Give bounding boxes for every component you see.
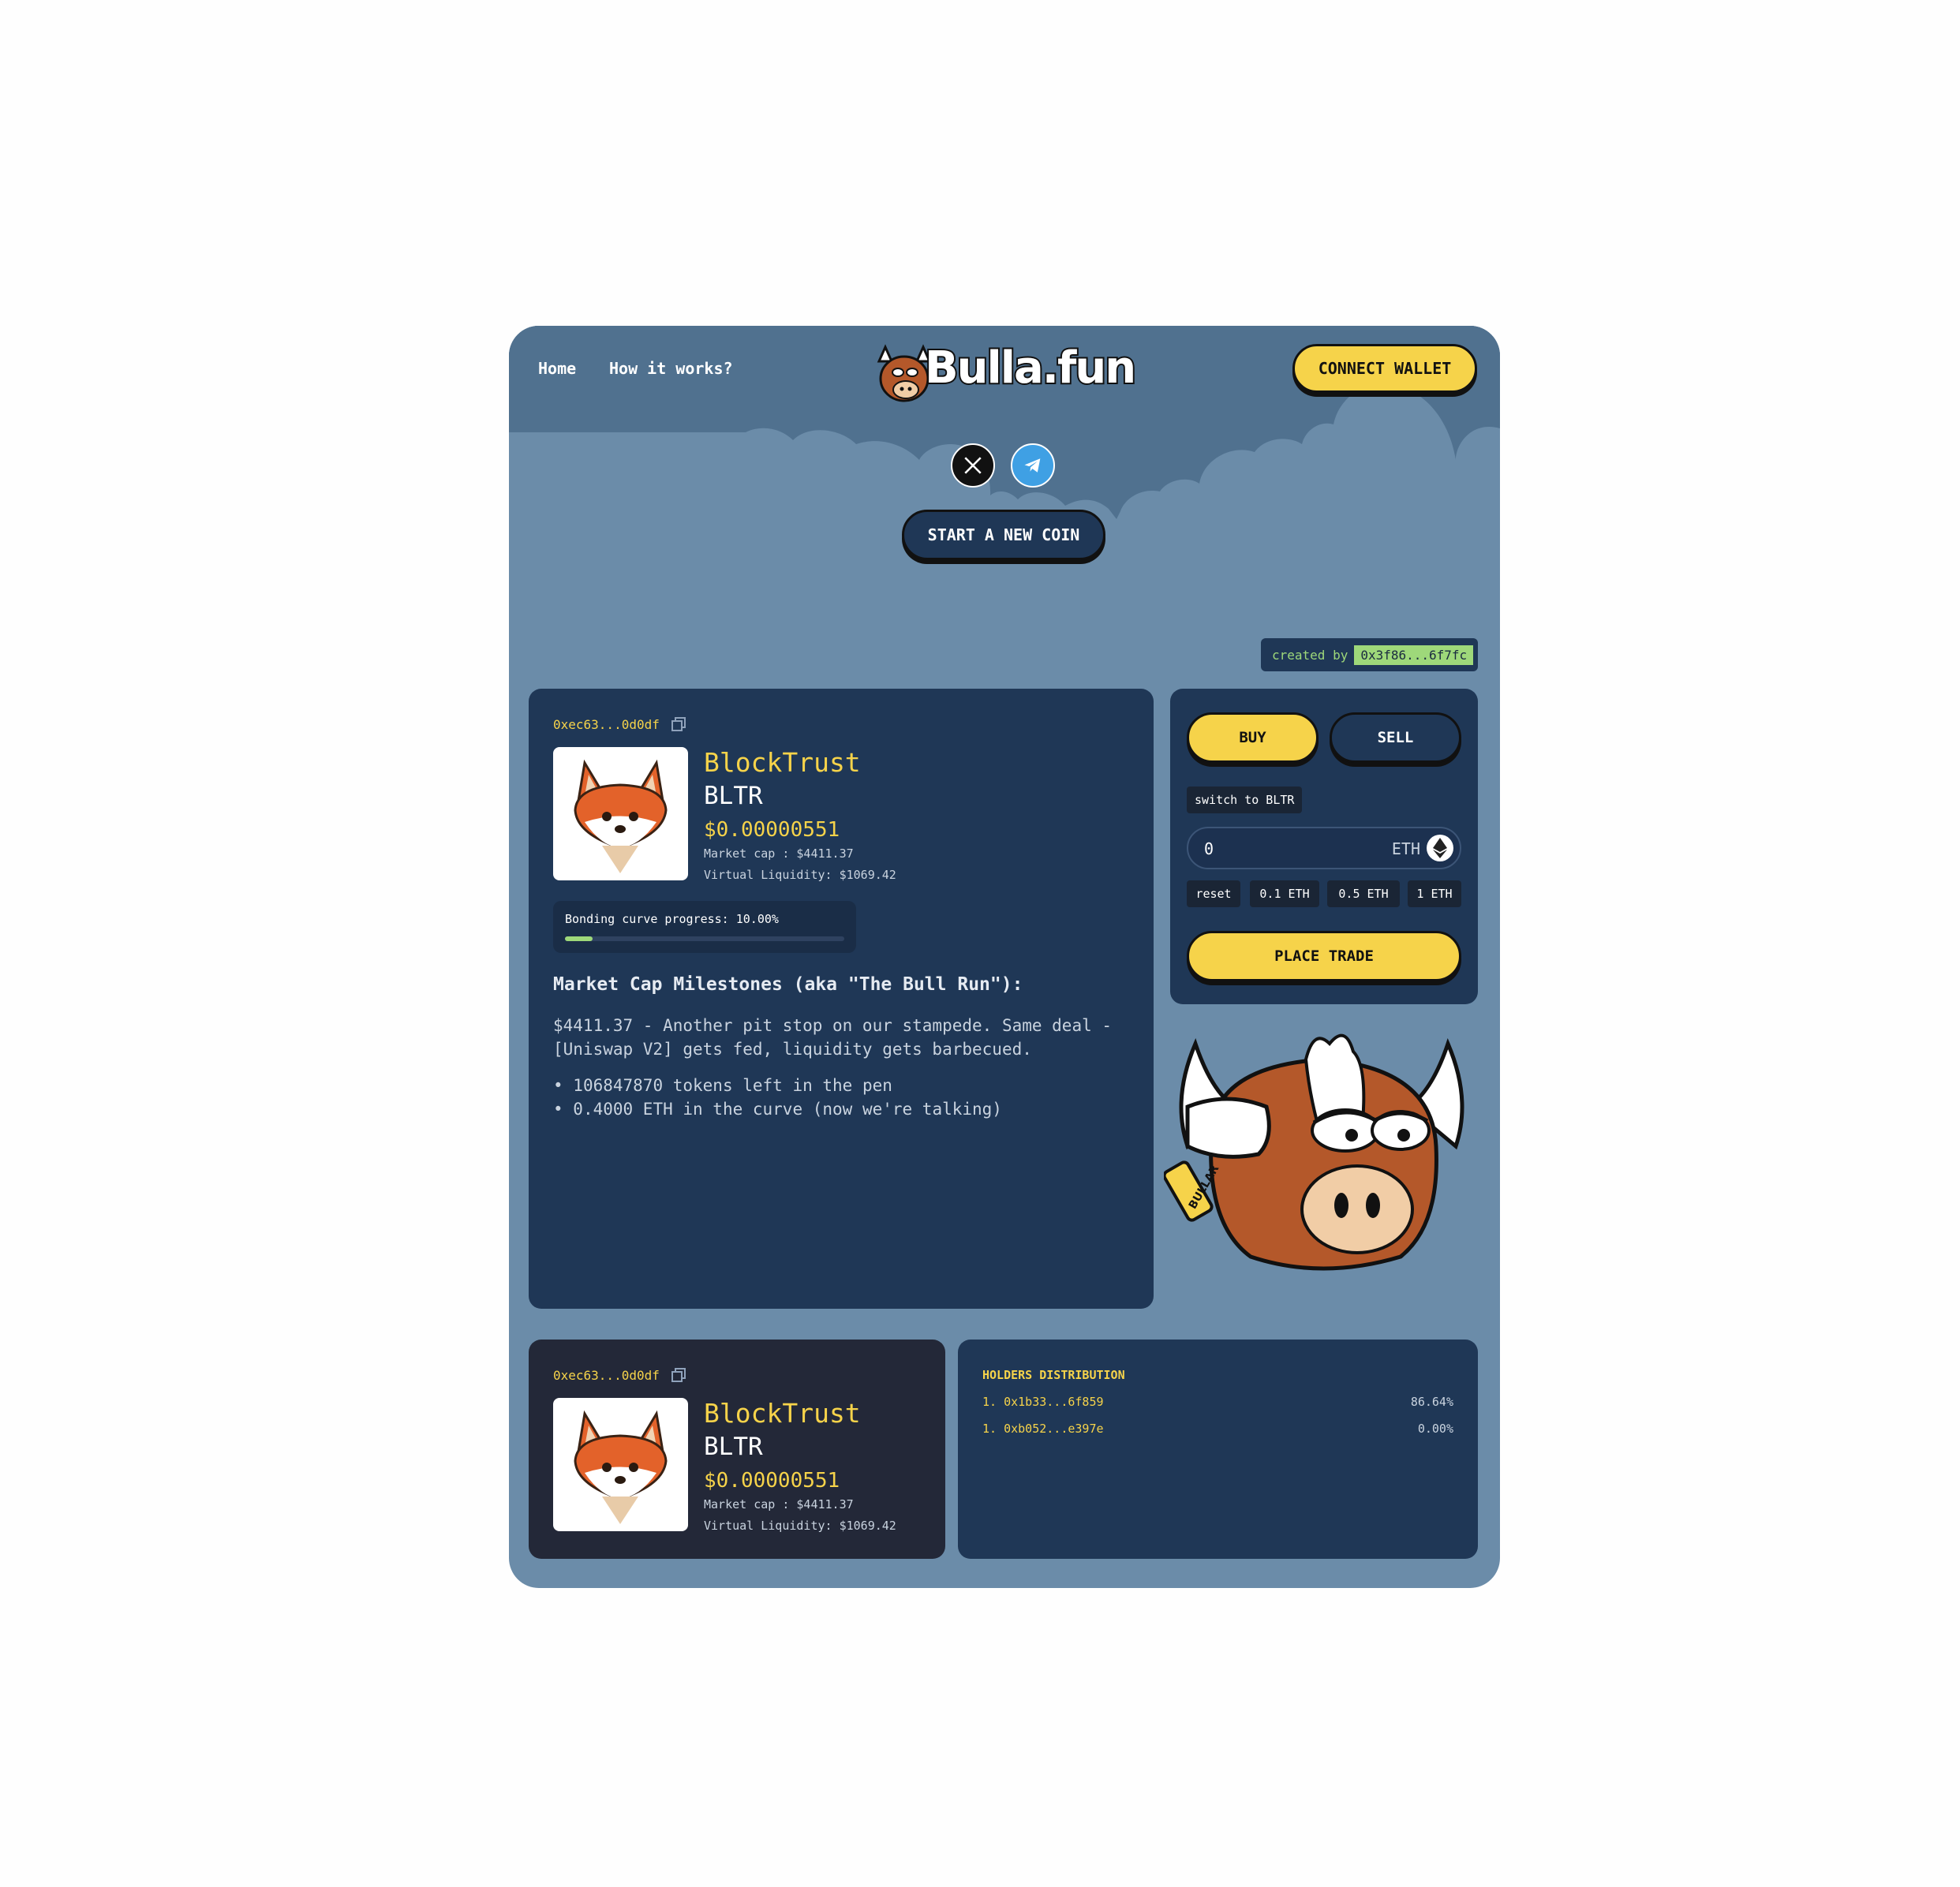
trade-panel: BUY SELL switch to BLTR 0 ETH reset 0.1 … [1170, 689, 1478, 1004]
sell-tab-button[interactable]: SELL [1330, 712, 1461, 763]
holder-percentage: 0.00% [1417, 1422, 1453, 1436]
holder-row: 1. 0xb052...e397e 0.00% [982, 1422, 1453, 1436]
copy-icon[interactable] [671, 1367, 686, 1383]
milestones-list: 106847870 tokens left in the pen 0.4000 … [553, 1074, 1002, 1121]
telegram-icon [1024, 458, 1041, 473]
app-frame: Home How it works? Bulla.fun CONNECT WAL… [509, 326, 1500, 1588]
holders-distribution-panel: HOLDERS DISTRIBUTION 1. 0x1b33...6f859 8… [958, 1340, 1478, 1559]
quick-1-eth-button[interactable]: 1 ETH [1408, 880, 1461, 907]
token-liquidity: Virtual Liquidity: $1069.42 [704, 868, 896, 882]
token-name: BlockTrust [704, 747, 861, 778]
telegram-social-button[interactable] [1011, 443, 1055, 488]
token-address-row: 0xec63...0d0df [553, 1367, 686, 1383]
token-symbol: BLTR [704, 1433, 763, 1461]
start-new-coin-button[interactable]: START A NEW COIN [902, 510, 1105, 560]
switch-token-button[interactable]: switch to BLTR [1187, 787, 1303, 813]
holder-row: 1. 0x1b33...6f859 86.64% [982, 1395, 1453, 1409]
bonding-curve-label: Bonding curve progress: 10.00% [565, 912, 779, 926]
token-name: BlockTrust [704, 1398, 861, 1429]
quick-0.1-eth-button[interactable]: 0.1 ETH [1250, 880, 1319, 907]
holder-address[interactable]: 0xb052...e397e [1004, 1422, 1103, 1436]
milestone-item: 0.4000 ETH in the curve (now we're talki… [553, 1097, 1002, 1121]
buy-tab-button[interactable]: BUY [1187, 712, 1319, 763]
holders-title: HOLDERS DISTRIBUTION [982, 1368, 1125, 1382]
nav-home-link[interactable]: Home [538, 359, 576, 378]
holder-percentage: 86.64% [1410, 1395, 1453, 1409]
nav-how-it-works-link[interactable]: How it works? [609, 359, 733, 378]
amount-value[interactable]: 0 [1204, 839, 1214, 858]
token-address-row: 0xec63...0d0df [553, 716, 686, 732]
milestones-description: $4411.37 - Another pit stop on our stamp… [553, 1016, 1113, 1059]
x-social-button[interactable] [951, 443, 995, 488]
bonding-curve-card: Bonding curve progress: 10.00% [553, 901, 856, 953]
token-address: 0xec63...0d0df [553, 716, 660, 732]
token-symbol: BLTR [704, 782, 763, 810]
token-image [553, 747, 688, 880]
holder-rank: 1. [982, 1422, 997, 1436]
copy-icon[interactable] [671, 716, 686, 732]
fox-avatar-icon [574, 1410, 668, 1524]
bonding-curve-track [565, 936, 844, 941]
token-market-cap: Market cap : $4411.37 [704, 846, 854, 861]
quick-reset-button[interactable]: reset [1187, 880, 1240, 907]
token-price: $0.00000551 [704, 818, 840, 842]
holder-address[interactable]: 0x1b33...6f859 [1004, 1395, 1103, 1409]
holder-rank: 1. [982, 1395, 997, 1409]
token-address: 0xec63...0d0df [553, 1367, 660, 1383]
token-market-cap: Market cap : $4411.37 [704, 1497, 854, 1511]
created-by-label: created by [1272, 647, 1348, 663]
token-image [553, 1398, 688, 1531]
fox-avatar-icon [574, 759, 668, 873]
connect-wallet-button[interactable]: CONNECT WALLET [1292, 344, 1477, 393]
milestones-title: Market Cap Milestones (aka "The Bull Run… [553, 974, 1023, 995]
token-summary-panel: 0xec63...0d0df BlockTrust BLTR $0.000005… [529, 1340, 945, 1559]
creator-address[interactable]: 0x3f86...6f7fc [1354, 645, 1474, 665]
token-detail-panel: 0xec63...0d0df BlockTrust BLTR $0.000005… [529, 689, 1154, 1309]
created-by-badge: created by 0x3f86...6f7fc [1261, 638, 1479, 671]
milestone-item: 106847870 tokens left in the pen [553, 1074, 1002, 1097]
bonding-curve-fill [565, 936, 593, 941]
logo-text: Bulla.fun [923, 341, 1138, 395]
ethereum-icon [1427, 835, 1453, 861]
x-icon [964, 457, 982, 474]
amount-unit: ETH [1391, 839, 1420, 858]
token-liquidity: Virtual Liquidity: $1069.42 [704, 1519, 896, 1533]
amount-input[interactable]: 0 ETH [1187, 827, 1461, 869]
bull-mascot-icon: BULLAR [1164, 1033, 1464, 1271]
bulla-logo[interactable]: Bulla.fun [873, 339, 1138, 402]
token-price: $0.00000551 [704, 1469, 840, 1493]
quick-0.5-eth-button[interactable]: 0.5 ETH [1327, 880, 1400, 907]
place-trade-button[interactable]: PLACE TRADE [1187, 931, 1461, 981]
